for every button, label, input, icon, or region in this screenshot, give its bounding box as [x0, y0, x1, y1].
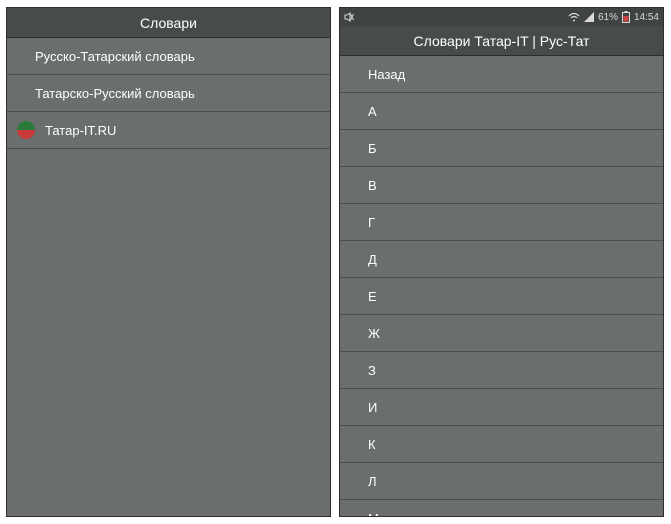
letter-label: В — [368, 178, 377, 193]
letter-label: Б — [368, 141, 377, 156]
left-screen: Словари Русско-Татарский словарь Татарск… — [6, 7, 331, 517]
letter-label: Л — [368, 474, 377, 489]
letter-label: Ж — [368, 326, 380, 341]
letter-label: Д — [368, 252, 377, 267]
clock-label: 14:54 — [634, 12, 659, 23]
signal-icon — [584, 12, 594, 22]
battery-icon — [622, 11, 630, 23]
dictionary-list: Русско-Татарский словарь Татарско-Русски… — [7, 38, 330, 149]
letter-label: З — [368, 363, 376, 378]
letter-label: А — [368, 104, 377, 119]
mute-icon — [344, 12, 354, 22]
tatar-flag-icon — [17, 121, 35, 139]
battery-label: 61% — [598, 12, 618, 23]
right-screen: 61% 14:54 Словари Татар-IT | Рус-Тат Наз… — [339, 7, 664, 517]
letter-item[interactable]: Е — [340, 278, 663, 315]
dict-item-tatar-it[interactable]: Татар-IT.RU — [7, 112, 330, 149]
letter-item[interactable]: М — [340, 500, 663, 517]
dict-item-rus-tat[interactable]: Русско-Татарский словарь — [7, 38, 330, 75]
letter-item[interactable]: Д — [340, 241, 663, 278]
back-label: Назад — [368, 67, 405, 82]
list-item-label: Русско-Татарский словарь — [35, 49, 195, 64]
header: Словари Татар-IT | Рус-Тат — [340, 26, 663, 56]
list-item-label: Татарско-Русский словарь — [35, 86, 195, 101]
letter-item[interactable]: Б — [340, 130, 663, 167]
header: Словари — [7, 8, 330, 38]
page-title: Словари Татар-IT | Рус-Тат — [414, 33, 590, 49]
letter-item[interactable]: Г — [340, 204, 663, 241]
letter-label: Е — [368, 289, 377, 304]
dict-item-tat-rus[interactable]: Татарско-Русский словарь — [7, 75, 330, 112]
letter-label: И — [368, 400, 377, 415]
status-bar: 61% 14:54 — [340, 8, 663, 26]
letter-label: Г — [368, 215, 375, 230]
letter-item[interactable]: З — [340, 352, 663, 389]
letter-item[interactable]: А — [340, 93, 663, 130]
letter-label: К — [368, 437, 376, 452]
letter-item[interactable]: К — [340, 426, 663, 463]
letter-item[interactable]: В — [340, 167, 663, 204]
page-title: Словари — [140, 15, 197, 31]
list-item-label: Татар-IT.RU — [45, 123, 116, 138]
letter-list: Назад А Б В Г Д Е Ж З И К — [340, 56, 663, 517]
wifi-icon — [568, 12, 580, 22]
letter-item[interactable]: Ж — [340, 315, 663, 352]
letter-item[interactable]: И — [340, 389, 663, 426]
back-item[interactable]: Назад — [340, 56, 663, 93]
letter-label: М — [368, 511, 379, 518]
letter-item[interactable]: Л — [340, 463, 663, 500]
